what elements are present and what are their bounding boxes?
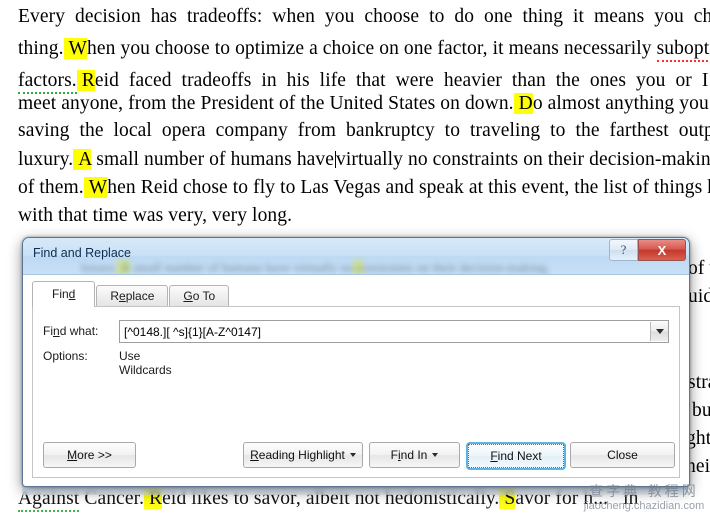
document-line: luxury. A small number of humans have vir…: [18, 149, 710, 170]
arrow-glyph: [655, 329, 664, 334]
grammar-error: factors.: [18, 70, 77, 94]
caption-button-group[interactable]: ? X: [609, 239, 686, 261]
tab-strip[interactable]: Find Replace Go To: [32, 281, 230, 307]
aero-glass-blur: luxury. A small number of humans have vi…: [29, 260, 550, 275]
find-what-label: Find what:: [43, 324, 99, 338]
margin-fragment: of v: [688, 258, 710, 279]
document-line: factors. Reid faced tradeoffs in his lif…: [18, 70, 710, 94]
document-line: with that time was very, very long.: [18, 205, 293, 226]
reading-highlight-label: Reading Highlight: [250, 448, 345, 462]
highlight-span: A: [73, 149, 92, 170]
more-button[interactable]: More >>: [43, 442, 136, 468]
tab-find[interactable]: Find: [32, 281, 96, 307]
tab-replace[interactable]: Replace: [96, 285, 169, 307]
document-line: thing. When you choose to optimize a cho…: [18, 38, 710, 62]
chevron-down-icon: [349, 453, 356, 457]
chevron-down-icon: [432, 453, 439, 457]
find-what-row: Find what: [^0148.][ ^s]{1}[A-Z^0147]: [43, 320, 669, 343]
highlight-span: W: [83, 177, 108, 198]
close-x-icon[interactable]: X: [638, 239, 686, 261]
highlight-span: D: [513, 93, 533, 114]
document-line: saving the local opera company from bank…: [18, 120, 710, 141]
chevron-down-icon[interactable]: [650, 322, 668, 341]
document-line: meet anyone, from the President of the U…: [18, 93, 710, 114]
close-button-label: Close: [607, 448, 638, 462]
dialog-body: Find Replace Go To Find what: [^0148.][ …: [23, 275, 689, 486]
text-caret: [335, 151, 337, 168]
tab-go-to[interactable]: Go To: [169, 285, 230, 307]
document-line: of them. When Reid chose to fly to Las V…: [18, 177, 710, 198]
help-icon[interactable]: ?: [609, 239, 638, 261]
find-in-label: Find In: [390, 448, 428, 462]
margin-fragment: bu: [692, 400, 710, 421]
options-value: Use Wildcards: [119, 349, 172, 377]
options-label: Options:: [43, 349, 88, 363]
margin-fragment: uid: [688, 286, 710, 307]
margin-fragment: stra: [688, 372, 710, 393]
highlight-span: R: [76, 70, 95, 91]
highlight-span: W: [63, 38, 88, 59]
close-button[interactable]: Close: [570, 442, 675, 468]
reading-highlight-button[interactable]: Reading Highlight: [243, 442, 363, 468]
spelling-error: suboptimi: [656, 38, 710, 62]
find-next-button[interactable]: Find Next: [466, 442, 566, 470]
dialog-title: Find and Replace: [33, 246, 131, 260]
find-next-label: Find Next: [490, 449, 542, 463]
dialog-title-bar[interactable]: luxury. A small number of humans have vi…: [23, 238, 689, 275]
document-line: Every decision has tradeoffs: when you c…: [18, 6, 710, 27]
find-in-button[interactable]: Find In: [369, 442, 460, 468]
search-input[interactable]: [^0148.][ ^s]{1}[A-Z^0147]: [120, 325, 650, 339]
dialog-button-row[interactable]: More >> Reading Highlight Find In Find N…: [43, 442, 675, 470]
focus-ring: Find Next: [468, 444, 564, 468]
find-and-replace-dialog[interactable]: luxury. A small number of humans have vi…: [22, 237, 690, 487]
more-button-label: More >>: [67, 448, 112, 462]
find-panel: Find what: [^0148.][ ^s]{1}[A-Z^0147] Op…: [32, 306, 680, 478]
find-what-combobox[interactable]: [^0148.][ ^s]{1}[A-Z^0147]: [119, 320, 669, 343]
